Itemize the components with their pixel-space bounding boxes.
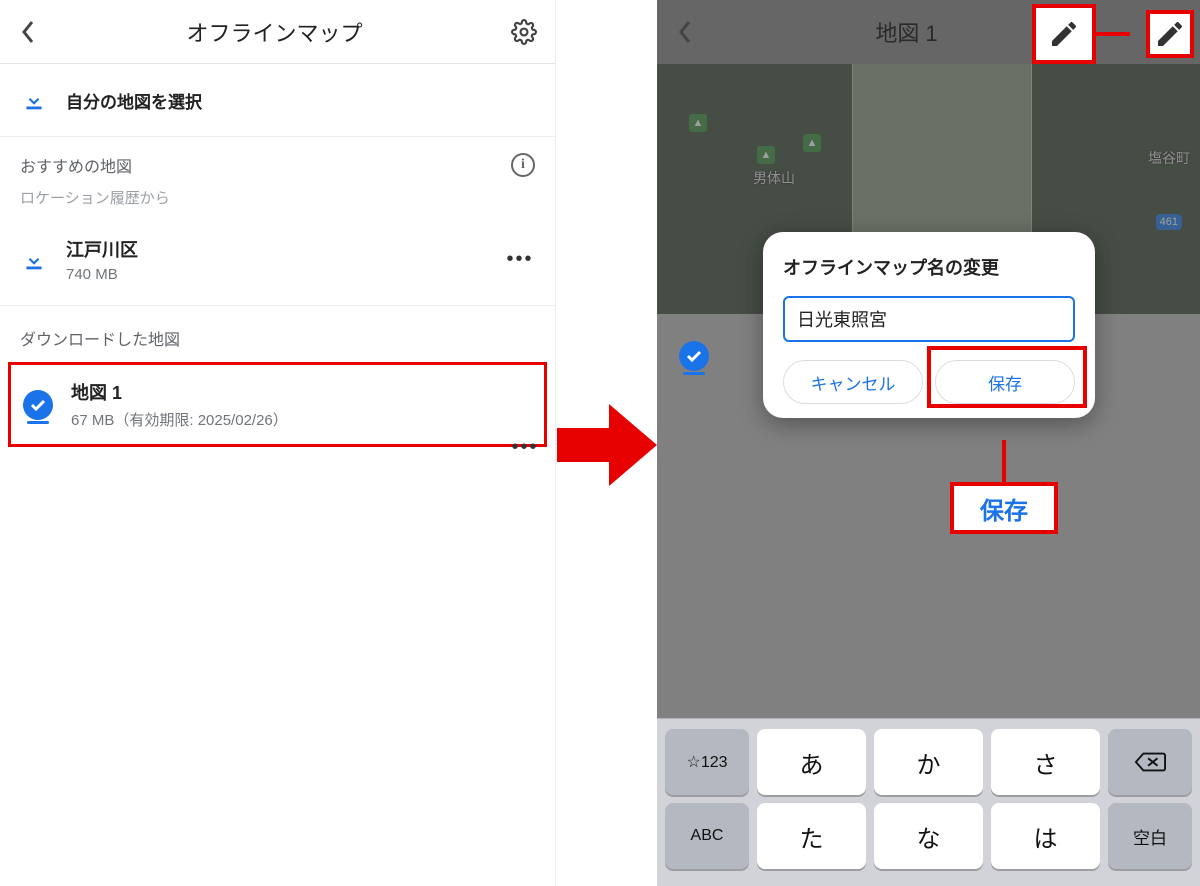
recommended-subtitle: ロケーション履歴から (0, 187, 555, 222)
recommended-label: おすすめの地図 (20, 153, 132, 177)
map-name-input[interactable] (783, 296, 1075, 342)
key-ka[interactable]: か (874, 729, 983, 795)
downloaded-item-title: 地図 1 (71, 379, 532, 405)
key-ta[interactable]: た (757, 803, 866, 869)
select-own-map-label: 自分の地図を選択 (66, 88, 202, 113)
recommended-item[interactable]: 江戸川区 740 MB ••• (0, 222, 555, 306)
key-symbols[interactable]: ☆123 (665, 729, 749, 795)
cancel-button[interactable]: キャンセル (783, 360, 923, 404)
info-icon[interactable]: i (511, 153, 535, 177)
recommended-header: おすすめの地図 i (0, 137, 555, 187)
rename-dialog: オフラインマップ名の変更 キャンセル 保存 (763, 232, 1095, 418)
downloaded-item-detail: 67 MB（有効期限: 2025/02/26） (71, 409, 532, 430)
rename-map-screen: ▲ ▲ ▲ 男体山 塩谷町 461 地図 1 (657, 0, 1200, 886)
downloaded-check-icon (679, 341, 709, 371)
topbar: オフラインマップ (0, 0, 555, 64)
save-text-callout: 保存 (950, 482, 1058, 534)
offline-maps-screen: オフラインマップ 自分の地図を選択 おすすめの地図 i ロケーション履歴から (0, 0, 556, 886)
recommended-item-size: 740 MB (66, 266, 487, 283)
dialog-heading: オフラインマップ名の変更 (783, 254, 1075, 280)
downloaded-item-highlighted[interactable]: 地図 1 67 MB（有効期限: 2025/02/26） (8, 362, 547, 447)
save-button-label: 保存 (988, 370, 1022, 395)
edit-icon-callout (1146, 10, 1194, 58)
key-ha[interactable]: は (991, 803, 1100, 869)
key-abc[interactable]: ABC (665, 803, 749, 869)
edit-button[interactable] (1032, 4, 1096, 64)
back-button[interactable] (18, 22, 38, 42)
callout-connector (1002, 440, 1006, 486)
key-a[interactable]: あ (757, 729, 866, 795)
software-keyboard: ☆123 あ か さ ABC た な は 空白 (657, 718, 1200, 886)
key-space[interactable]: 空白 (1108, 803, 1192, 869)
edit-button-callout (1032, 4, 1194, 64)
settings-button[interactable] (511, 19, 537, 45)
download-icon (20, 246, 48, 274)
more-options-button[interactable]: ••• (505, 248, 535, 271)
downloaded-check-icon (23, 390, 53, 420)
select-own-map-row[interactable]: 自分の地図を選択 (0, 64, 555, 137)
page-title: オフラインマップ (186, 16, 362, 48)
recommended-item-title: 江戸川区 (66, 236, 487, 262)
key-sa[interactable]: さ (991, 729, 1100, 795)
tutorial-arrow-icon (556, 400, 657, 490)
key-delete[interactable] (1108, 729, 1192, 795)
back-button[interactable] (675, 22, 695, 42)
save-button[interactable]: 保存 (935, 360, 1075, 404)
download-icon (20, 86, 48, 114)
more-options-button[interactable]: ••• (510, 436, 540, 459)
page-title: 地図 1 (875, 16, 937, 48)
downloaded-label: ダウンロードした地図 (0, 306, 555, 360)
key-na[interactable]: な (874, 803, 983, 869)
